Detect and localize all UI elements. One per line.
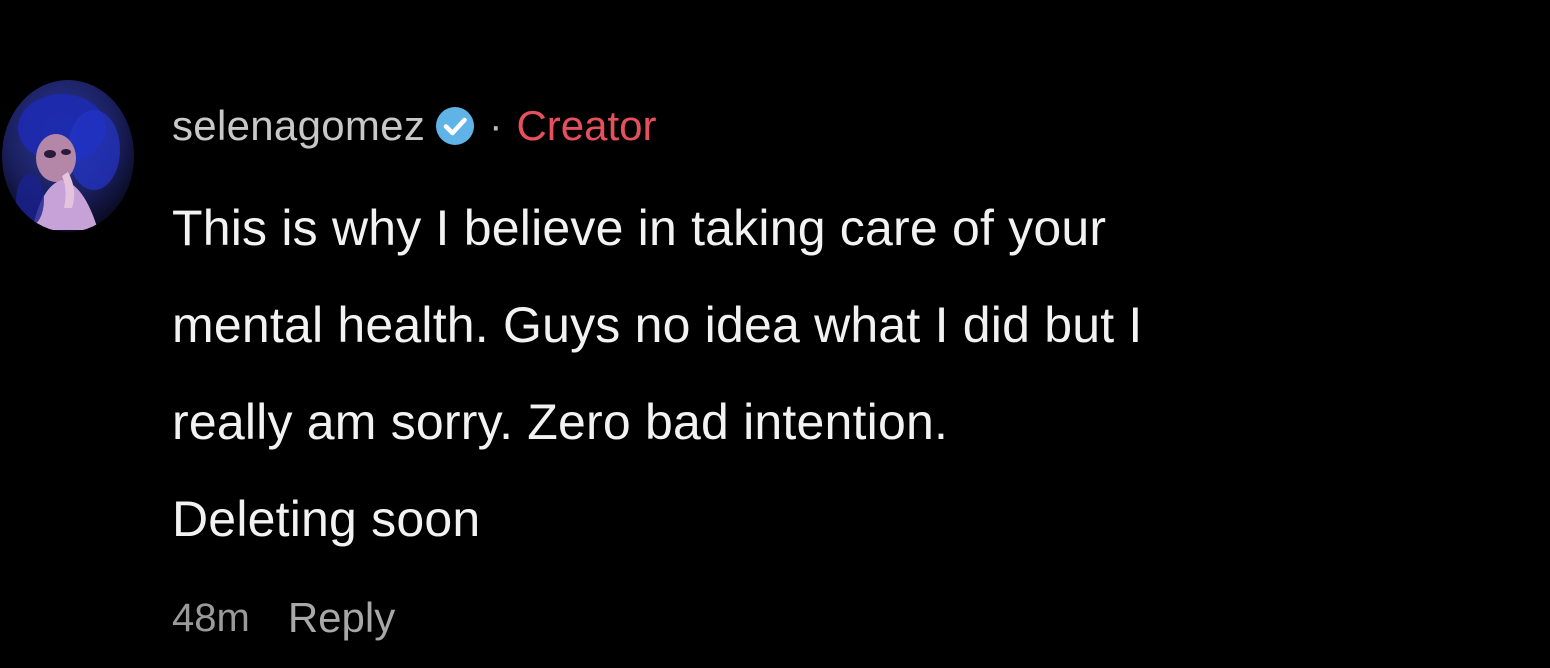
verified-badge-icon xyxy=(435,106,475,146)
creator-badge: Creator xyxy=(516,102,657,149)
comment-text-line: really am sorry. Zero bad intention. xyxy=(172,394,949,450)
comment-text-line: This is why I believe in taking care of … xyxy=(172,200,1107,256)
reply-button[interactable]: Reply xyxy=(288,594,395,642)
avatar-image xyxy=(2,80,134,232)
timestamp: 48m xyxy=(172,595,250,640)
comment-item: selenagomez · Creator This is why I beli… xyxy=(0,0,1550,668)
comment-text-line: Deleting soon xyxy=(172,491,481,547)
comment-header: selenagomez · Creator xyxy=(172,96,657,156)
comment-footer: 48m Reply xyxy=(172,588,395,648)
avatar[interactable] xyxy=(2,80,134,232)
comment-text-line: mental health. Guys no idea what I did b… xyxy=(172,297,1143,353)
separator-dot: · xyxy=(489,103,503,148)
username[interactable]: selenagomez xyxy=(172,102,425,150)
comment-text: This is why I believe in taking care of … xyxy=(172,180,1532,568)
